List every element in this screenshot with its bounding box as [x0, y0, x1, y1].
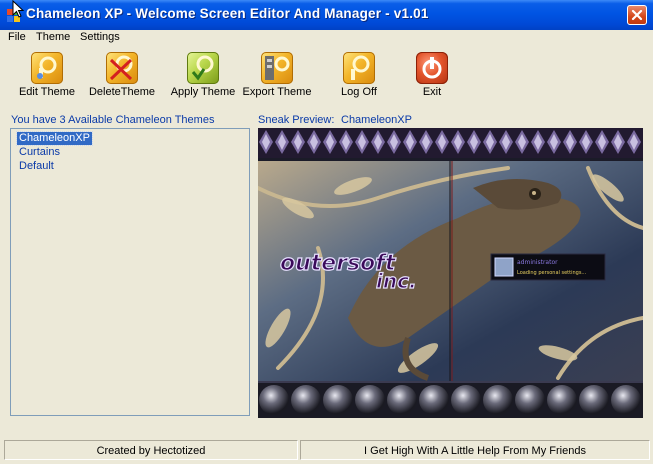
preview-label: Sneak Preview:: [258, 114, 335, 126]
export-theme-icon: [261, 52, 293, 84]
mouse-cursor-icon: [12, 0, 24, 18]
menu-bar: File Theme Settings: [0, 30, 653, 46]
preview-user-name: administrator: [517, 259, 558, 266]
close-button[interactable]: [627, 5, 647, 25]
export-theme-button[interactable]: Export Theme: [239, 50, 315, 100]
edit-theme-label: Edit Theme: [18, 86, 76, 98]
status-right: I Get High With A Little Help From My Fr…: [300, 440, 650, 460]
exit-label: Exit: [422, 86, 442, 98]
edit-theme-button[interactable]: Edit Theme: [9, 50, 85, 100]
log-off-label: Log Off: [341, 86, 377, 98]
list-item[interactable]: Default: [17, 160, 56, 173]
title-bar[interactable]: Chameleon XP - Welcome Screen Editor And…: [0, 0, 653, 30]
apply-theme-icon: [187, 52, 219, 84]
list-item[interactable]: ChameleonXP: [16, 131, 93, 146]
theme-list[interactable]: ChameleonXP Curtains Default: [10, 128, 250, 416]
apply-theme-label: Apply Theme: [170, 86, 236, 98]
themes-count-label: You have 3 Available Chameleon Themes: [11, 114, 215, 126]
preview-logo-line2: inc.: [376, 269, 417, 293]
delete-theme-button[interactable]: DeleteTheme: [84, 50, 160, 100]
exit-icon: [416, 52, 448, 84]
log-off-button[interactable]: Log Off: [321, 50, 397, 100]
list-item[interactable]: Curtains: [17, 146, 62, 159]
close-icon: [631, 9, 643, 21]
theme-preview-image: outersoft inc. administrator Loading per…: [258, 128, 643, 418]
delete-theme-icon: [106, 52, 138, 84]
log-off-icon: [343, 52, 375, 84]
menu-theme[interactable]: Theme: [36, 31, 70, 43]
menu-file[interactable]: File: [8, 31, 26, 43]
status-left: Created by Hectotized: [4, 440, 298, 460]
edit-theme-icon: [31, 52, 63, 84]
apply-theme-button[interactable]: Apply Theme: [165, 50, 241, 100]
window-title: Chameleon XP - Welcome Screen Editor And…: [26, 6, 429, 21]
preview-user-status: Loading personal settings...: [517, 270, 587, 276]
status-bar: Created by Hectotized I Get High With A …: [0, 438, 653, 464]
exit-button[interactable]: Exit: [394, 50, 470, 100]
preview-theme-name: ChameleonXP: [341, 114, 412, 126]
menu-settings[interactable]: Settings: [80, 31, 120, 43]
export-theme-label: Export Theme: [242, 86, 312, 98]
delete-theme-label: DeleteTheme: [88, 86, 156, 98]
